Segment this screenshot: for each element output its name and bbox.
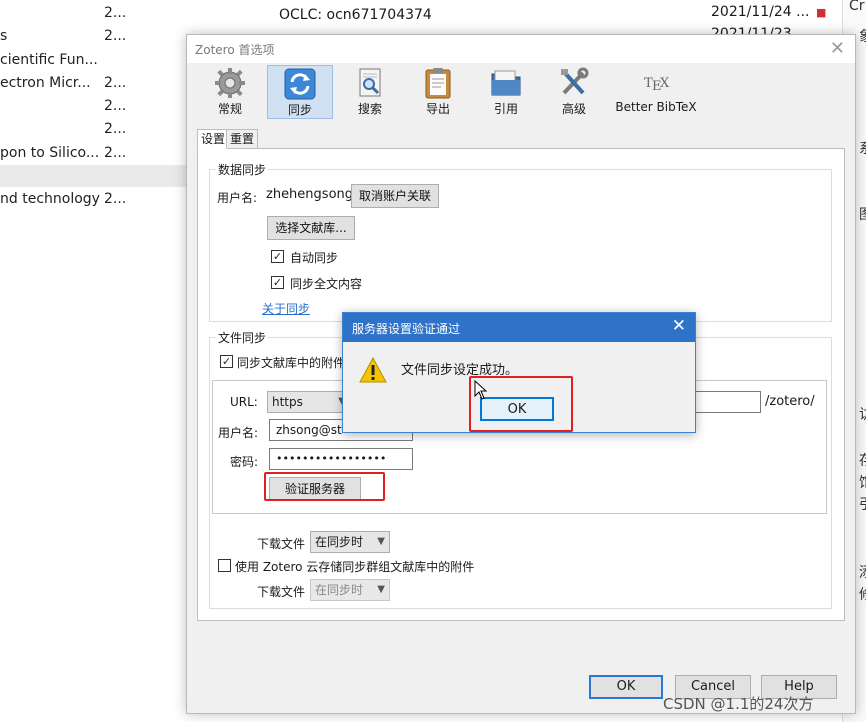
chevron-down-icon: ▼: [377, 584, 385, 595]
svg-text:X: X: [660, 76, 670, 91]
item-pane-text: 系: [859, 138, 866, 158]
download-files-label: 下载文件: [257, 537, 306, 551]
username-label: 用户名:: [217, 191, 258, 205]
watermark: CSDN @1.1的24次方: [663, 695, 814, 713]
window-title: Zotero 首选项: [195, 43, 275, 57]
auto-sync-label: 自动同步: [290, 251, 339, 265]
url-scheme-select[interactable]: https▼: [267, 391, 351, 413]
verification-dialog: 服务器设置验证通过 ✕ 文件同步设定成功。 OK: [342, 312, 696, 433]
item-pane-text: Cr: [849, 0, 865, 14]
group-download-select[interactable]: 在同步时 ▼: [310, 579, 390, 601]
clipboard-icon: [425, 68, 451, 99]
tab-settings[interactable]: 设置: [197, 129, 227, 149]
prefs-ok-button[interactable]: OK: [589, 675, 663, 699]
group-title: 文件同步: [216, 329, 269, 346]
data-sync-group: 数据同步 用户名: zhehengsong 取消账户关联 选择文献库... ✓ …: [209, 161, 832, 322]
dialog-titlebar[interactable]: 服务器设置验证通过 ✕: [343, 313, 695, 342]
group-sync-label: 使用 Zotero 云存储同步群组文献库中的附件: [235, 560, 475, 574]
item-pane-text: 图: [859, 204, 866, 224]
url-label: URL:: [230, 395, 258, 409]
dialog-message: 文件同步设定成功。: [401, 363, 519, 378]
pane-cite[interactable]: 引用: [473, 65, 539, 119]
auto-sync-checkbox[interactable]: ✓: [271, 250, 284, 263]
pane-better-bibtex[interactable]: T E X Better BibTeX: [612, 65, 700, 119]
item-pane-text: 修: [859, 584, 866, 604]
tab-reset[interactable]: 重置: [226, 129, 258, 149]
url-suffix: /zotero/: [765, 394, 815, 409]
pane-search[interactable]: 搜索: [337, 65, 403, 119]
group-title: 数据同步: [216, 161, 269, 178]
item-pane-text: 象: [859, 26, 866, 46]
dialog-ok-button[interactable]: OK: [480, 397, 554, 421]
pane-advanced[interactable]: 高级: [541, 65, 607, 119]
unlink-account-button[interactable]: 取消账户关联: [351, 184, 439, 208]
flag-icon: ■: [816, 6, 827, 19]
close-icon[interactable]: ✕: [672, 316, 686, 336]
preferences-toolbar: 常规 同步 搜索 导出 引用 高级 T E X Better BibTeX: [187, 63, 855, 119]
password-label: 密码:: [230, 455, 259, 469]
download-files-select[interactable]: 在同步时 ▼: [310, 531, 390, 553]
date-cell: 2021/11/24 ...: [711, 4, 810, 20]
username-value: zhehengsong: [266, 187, 354, 202]
tools-icon: [561, 67, 589, 95]
gear-icon: [215, 68, 245, 98]
url-input[interactable]: [695, 391, 761, 413]
pane-general[interactable]: 常规: [197, 65, 263, 119]
item-pane-text: 存: [859, 450, 866, 470]
item-pane-text: 馆: [859, 472, 866, 492]
dialog-title: 服务器设置验证通过: [352, 322, 461, 336]
oclc-cell: OCLC: ocn671704374: [279, 7, 432, 23]
sync-attachments-label: 同步文献库中的附件: [237, 356, 346, 370]
webdav-username-label: 用户名:: [218, 426, 259, 440]
sync-fulltext-label: 同步全文内容: [290, 277, 363, 291]
group-download-label: 下载文件: [257, 585, 306, 599]
item-pane-text: 添: [859, 562, 866, 582]
preferences-titlebar[interactable]: Zotero 首选项 ✕: [187, 35, 855, 63]
tex-icon: T E X: [644, 76, 670, 94]
item-pane-text: 访: [859, 404, 866, 424]
folder-icon: [491, 70, 521, 96]
item-pane-text: 引: [859, 494, 866, 514]
close-icon[interactable]: ✕: [830, 38, 845, 59]
sync-icon: [284, 68, 316, 100]
mouse-cursor-icon: [474, 380, 488, 400]
choose-library-button[interactable]: 选择文献库...: [267, 216, 355, 240]
verify-server-button[interactable]: 验证服务器: [269, 477, 361, 501]
sync-attachments-checkbox[interactable]: ✓: [220, 355, 233, 368]
sync-fulltext-checkbox[interactable]: ✓: [271, 276, 284, 289]
pane-export[interactable]: 导出: [405, 65, 471, 119]
pane-sync[interactable]: 同步: [267, 65, 333, 119]
group-sync-checkbox[interactable]: [218, 559, 231, 572]
about-sync-link[interactable]: 关于同步: [262, 300, 310, 317]
search-icon: [359, 68, 381, 97]
password-input[interactable]: •••••••••••••••••: [269, 448, 413, 470]
chevron-down-icon: ▼: [377, 536, 385, 547]
list-item-selected[interactable]: [0, 165, 190, 187]
warning-icon: [359, 357, 387, 383]
